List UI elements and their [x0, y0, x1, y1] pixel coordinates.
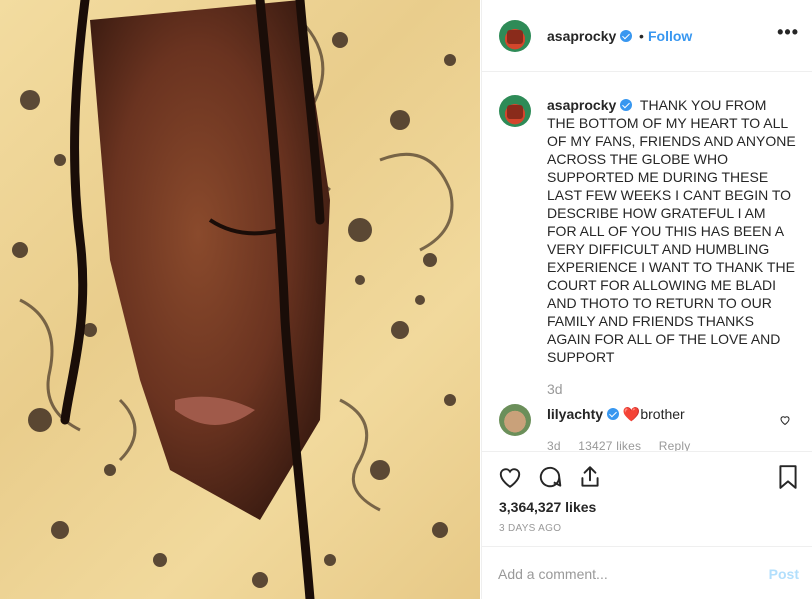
author-username[interactable]: asaprocky — [547, 28, 633, 44]
reply-button[interactable]: Reply — [659, 439, 691, 451]
follow-button[interactable]: Follow — [648, 28, 692, 44]
comment-composer: Post — [482, 546, 812, 599]
caption-username[interactable]: asaprocky — [547, 97, 633, 113]
post-actions: 3,364,327 likes 3 DAYS AGO — [482, 451, 812, 546]
author-username-text[interactable]: asaprocky — [547, 28, 616, 44]
commenter-username[interactable]: lilyachty — [547, 406, 620, 422]
share-icon[interactable] — [577, 464, 603, 490]
comment-item: lilyachty ❤️brother — [547, 406, 685, 423]
bookmark-icon[interactable] — [777, 464, 799, 490]
caption-avatar[interactable] — [499, 95, 531, 127]
comment-time[interactable]: 3d — [547, 439, 561, 451]
commenter-avatar[interactable] — [499, 404, 531, 436]
comment-like-icon[interactable] — [779, 414, 791, 426]
comments-section[interactable]: asaprocky THANK YOU FROM THE BOTTOM OF M… — [482, 73, 812, 451]
verified-icon — [607, 408, 620, 420]
post-side-panel: asaprocky • Follow ••• asaprocky THANK Y… — [481, 0, 812, 599]
likes-count[interactable]: 3,364,327 likes — [499, 499, 596, 515]
verified-icon — [620, 99, 633, 111]
caption-username-text[interactable]: asaprocky — [547, 97, 616, 113]
commenter-username-text[interactable]: lilyachty — [547, 406, 603, 422]
comment-input[interactable] — [498, 563, 738, 585]
post-date[interactable]: 3 DAYS AGO — [499, 523, 561, 534]
heart-icon[interactable] — [497, 464, 523, 490]
heart-emoji: ❤️ — [622, 406, 641, 422]
post-photo-illustration — [12, 0, 456, 599]
caption: asaprocky THANK YOU FROM THE BOTTOM OF M… — [547, 96, 797, 366]
separator-dot: • — [639, 28, 644, 44]
post-button[interactable]: Post — [769, 566, 799, 582]
verified-icon — [620, 30, 633, 42]
comment-likes[interactable]: 13427 likes — [578, 439, 641, 451]
more-icon[interactable]: ••• — [777, 22, 799, 43]
post-header: asaprocky • Follow ••• — [482, 0, 812, 72]
comment-meta: 3d 13427 likes Reply — [547, 439, 704, 451]
author-avatar[interactable] — [499, 20, 531, 52]
caption-time[interactable]: 3d — [547, 381, 563, 397]
comment-text: brother — [640, 406, 685, 422]
post-photo[interactable] — [0, 0, 480, 599]
caption-text: THANK YOU FROM THE BOTTOM OF MY HEART TO… — [547, 97, 796, 365]
comment-icon[interactable] — [537, 464, 563, 490]
